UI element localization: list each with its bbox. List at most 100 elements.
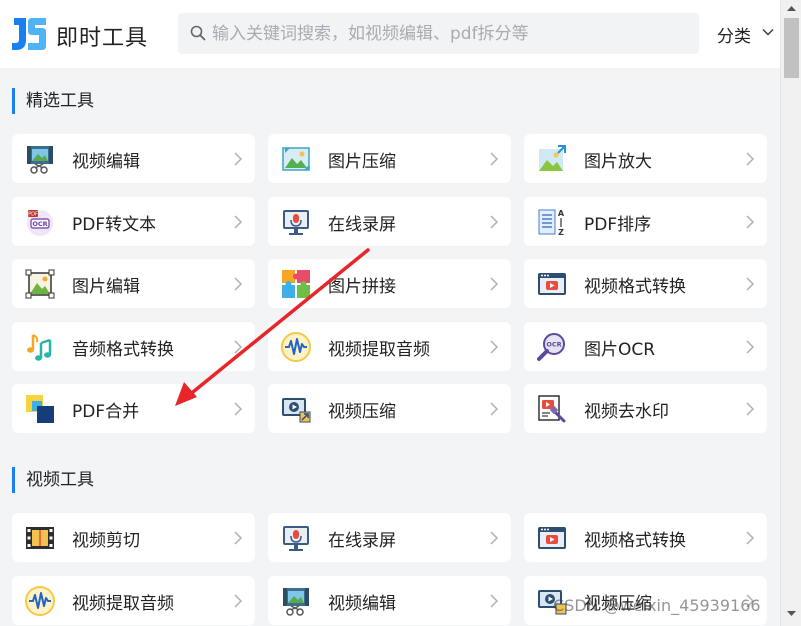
chevron-down-icon[interactable]	[762, 26, 774, 38]
tool-label: PDF排序	[584, 215, 652, 235]
pdf-sort-icon: A Z	[538, 209, 565, 237]
search-icon	[190, 25, 206, 41]
tool-card-video-cut[interactable]: 视频剪切	[12, 513, 255, 562]
tool-label: 视频压缩	[328, 402, 396, 422]
tool-card-image-enlarge[interactable]: 图片放大	[524, 134, 767, 183]
tool-card-audio-format[interactable]: 音频格式转换	[12, 322, 255, 371]
tool-label: 视频提取音频	[72, 594, 174, 614]
tool-card-image-compress[interactable]: 图片压缩	[268, 134, 511, 183]
tool-card-pdf-to-text[interactable]: PDF OCR PDF转文本	[12, 197, 255, 246]
tool-card-video-edit-2[interactable]: 视频编辑	[268, 576, 511, 625]
search-box[interactable]	[178, 13, 699, 54]
search-input[interactable]	[212, 13, 682, 54]
tool-label: 视频编辑	[328, 594, 396, 614]
tool-card-video-watermark[interactable]: 视频去水印	[524, 384, 767, 433]
screen-record-icon	[283, 210, 309, 235]
image-puzzle-icon	[282, 270, 310, 298]
video-edit-icon	[283, 588, 309, 616]
tool-label: PDF转文本	[72, 215, 157, 235]
chevron-right-icon	[490, 531, 499, 545]
ocr-magnifier-icon: OCR	[537, 333, 565, 361]
image-edit-icon	[25, 269, 55, 299]
image-enlarge-icon	[539, 145, 566, 171]
svg-text:OCR: OCR	[546, 341, 561, 349]
chevron-right-icon	[490, 277, 499, 291]
tool-card-image-puzzle[interactable]: 图片拼接	[268, 259, 511, 308]
vertical-scrollbar[interactable]	[780, 0, 801, 626]
chevron-right-icon	[490, 402, 499, 416]
chevron-right-icon	[746, 277, 755, 291]
tool-card-video-extract-audio-2[interactable]: 视频提取音频	[12, 576, 255, 625]
chevron-right-icon	[746, 215, 755, 229]
tool-card-video-extract-audio[interactable]: 视频提取音频	[268, 322, 511, 371]
tool-label: 视频格式转换	[584, 277, 686, 297]
chevron-right-icon	[234, 402, 243, 416]
chevron-right-icon	[234, 277, 243, 291]
header-bar: 即时工具 分类	[0, 0, 780, 68]
tool-label: 视频编辑	[72, 152, 140, 172]
chevron-right-icon	[746, 531, 755, 545]
chevron-right-icon	[490, 340, 499, 354]
chevron-right-icon	[234, 594, 243, 608]
tool-label: 在线录屏	[328, 215, 396, 235]
tool-label: 图片放大	[584, 152, 652, 172]
screen-record-icon	[283, 526, 309, 551]
tool-label: 图片编辑	[72, 277, 140, 297]
chevron-right-icon	[234, 340, 243, 354]
chevron-right-icon	[490, 215, 499, 229]
video-format-icon	[538, 527, 566, 549]
tool-label: 图片压缩	[328, 152, 396, 172]
tool-card-video-compress[interactable]: 视频压缩	[268, 384, 511, 433]
scroll-thumb[interactable]	[784, 18, 799, 78]
section-title-video-tools: 视频工具	[12, 467, 94, 493]
pdf-merge-icon	[26, 395, 54, 423]
tool-label: 视频去水印	[584, 402, 669, 422]
chevron-right-icon	[746, 402, 755, 416]
image-compress-icon	[282, 147, 310, 171]
category-menu[interactable]: 分类	[717, 22, 751, 47]
music-note-icon	[27, 334, 52, 361]
svg-text:A: A	[558, 209, 565, 218]
tool-card-image-ocr[interactable]: OCR 图片OCR	[524, 322, 767, 371]
tool-card-screen-record-2[interactable]: 在线录屏	[268, 513, 511, 562]
tool-card-image-edit[interactable]: 图片编辑	[12, 259, 255, 308]
audio-wave-icon	[25, 586, 55, 616]
chevron-right-icon	[234, 215, 243, 229]
tool-card-video-format-2[interactable]: 视频格式转换	[524, 513, 767, 562]
tool-card-video-format[interactable]: 视频格式转换	[524, 259, 767, 308]
chevron-right-icon	[490, 152, 499, 166]
tool-label: 在线录屏	[328, 531, 396, 551]
chevron-right-icon	[234, 152, 243, 166]
scroll-down-icon[interactable]	[781, 602, 801, 626]
svg-text:OCR: OCR	[32, 220, 47, 228]
chevron-right-icon	[234, 531, 243, 545]
video-format-icon	[538, 273, 566, 295]
svg-text:PDF: PDF	[28, 212, 38, 218]
tool-card-screen-record[interactable]: 在线录屏	[268, 197, 511, 246]
tool-label: 图片OCR	[584, 340, 656, 360]
watermark-remove-icon	[538, 395, 566, 423]
tool-label: 音频格式转换	[72, 340, 174, 360]
tool-label: PDF合并	[72, 402, 140, 422]
tool-label: 图片拼接	[328, 277, 396, 297]
tool-card-pdf-sort[interactable]: A Z PDF排序	[524, 197, 767, 246]
video-edit-icon	[27, 146, 53, 174]
tool-label: 视频剪切	[72, 531, 140, 551]
svg-text:Z: Z	[558, 228, 564, 237]
chevron-right-icon	[746, 152, 755, 166]
logo-text[interactable]: 即时工具	[56, 20, 148, 52]
watermark-text: CSDN @weixin_45939166	[553, 596, 761, 615]
tool-card-video-edit[interactable]: 视频编辑	[12, 134, 255, 183]
chevron-right-icon	[490, 594, 499, 608]
section-title-featured: 精选工具	[12, 88, 94, 114]
chevron-right-icon	[746, 340, 755, 354]
logo-icon[interactable]	[10, 14, 48, 54]
audio-wave-icon	[281, 332, 311, 362]
tool-label: 视频提取音频	[328, 340, 430, 360]
pdf-ocr-icon: PDF OCR	[27, 210, 53, 236]
video-cut-icon	[26, 527, 54, 549]
tool-label: 视频格式转换	[584, 531, 686, 551]
tool-card-pdf-merge[interactable]: PDF合并	[12, 384, 255, 433]
scroll-up-icon[interactable]	[781, 0, 801, 17]
video-compress-icon	[282, 398, 311, 423]
